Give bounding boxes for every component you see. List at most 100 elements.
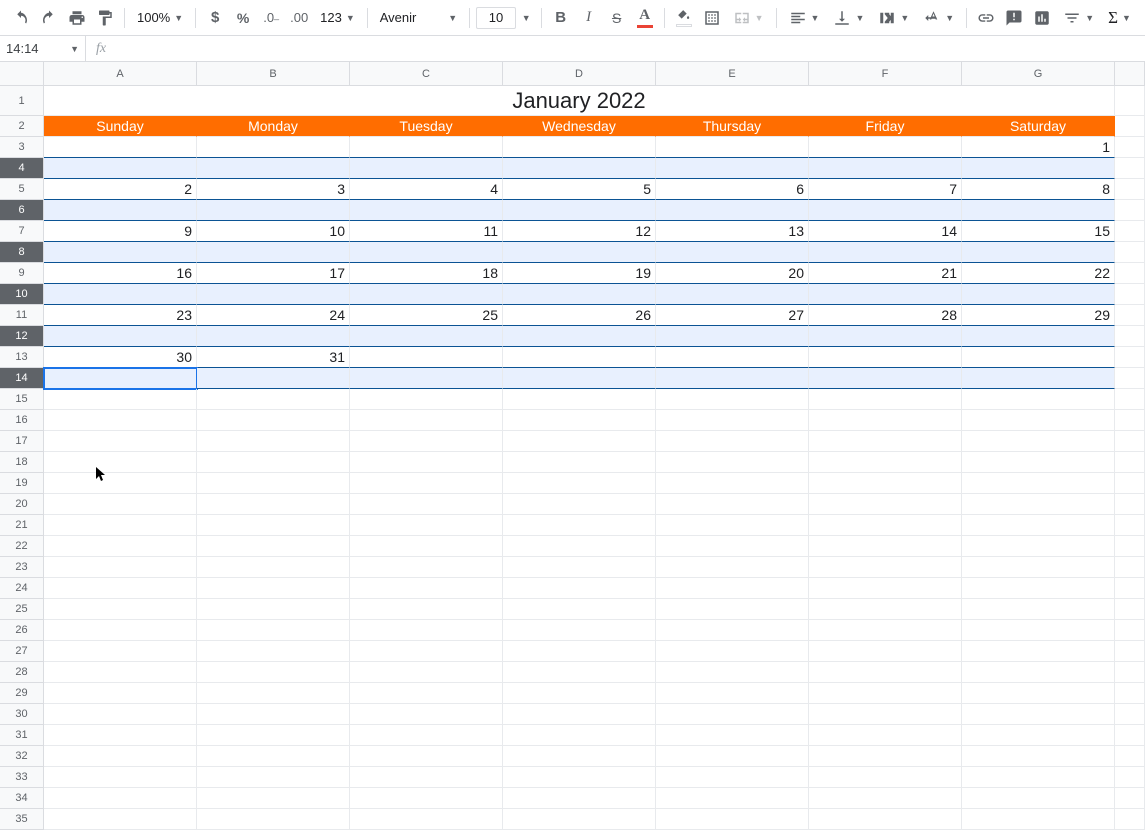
empty-cell[interactable] <box>197 515 350 536</box>
event-cell[interactable] <box>44 326 197 347</box>
date-cell[interactable] <box>350 347 503 368</box>
date-cell[interactable]: 7 <box>809 179 962 200</box>
row-header-31[interactable]: 31 <box>0 725 43 746</box>
empty-cell[interactable] <box>809 599 962 620</box>
date-cell[interactable] <box>44 137 197 158</box>
empty-cell[interactable] <box>656 788 809 809</box>
date-cell[interactable] <box>809 137 962 158</box>
active-cell[interactable] <box>44 368 197 389</box>
date-cell[interactable]: 27 <box>656 305 809 326</box>
insert-chart-button[interactable] <box>1029 5 1055 31</box>
empty-cell[interactable] <box>809 620 962 641</box>
formula-input[interactable] <box>116 41 1145 56</box>
row-header-27[interactable]: 27 <box>0 641 43 662</box>
empty-cell[interactable] <box>809 410 962 431</box>
column-header-D[interactable]: D <box>503 62 656 85</box>
cells-grid[interactable]: January 2022SundayMondayTuesdayWednesday… <box>44 86 1145 830</box>
empty-cell[interactable] <box>44 767 197 788</box>
day-header-cell[interactable]: Saturday <box>962 116 1115 137</box>
date-cell[interactable]: 1 <box>962 137 1115 158</box>
empty-cell[interactable] <box>503 725 656 746</box>
event-cell[interactable] <box>197 284 350 305</box>
column-header-B[interactable]: B <box>197 62 350 85</box>
empty-cell[interactable] <box>809 662 962 683</box>
empty-cell[interactable] <box>656 641 809 662</box>
empty-cell[interactable] <box>44 494 197 515</box>
row-header-21[interactable]: 21 <box>0 515 43 536</box>
empty-cell[interactable] <box>44 641 197 662</box>
empty-cell[interactable] <box>197 578 350 599</box>
empty-cell[interactable] <box>44 515 197 536</box>
empty-cell[interactable] <box>809 746 962 767</box>
empty-cell[interactable] <box>503 452 656 473</box>
row-header-28[interactable]: 28 <box>0 662 43 683</box>
strikethrough-button[interactable]: S <box>604 5 630 31</box>
empty-cell[interactable] <box>962 704 1115 725</box>
empty-cell[interactable] <box>503 746 656 767</box>
event-cell[interactable] <box>809 326 962 347</box>
empty-cell[interactable] <box>962 725 1115 746</box>
event-cell[interactable] <box>44 200 197 221</box>
event-cell[interactable] <box>44 158 197 179</box>
event-cell[interactable] <box>962 158 1115 179</box>
empty-cell[interactable] <box>962 767 1115 788</box>
event-cell[interactable] <box>656 368 809 389</box>
font-size-caret[interactable]: ▼ <box>518 5 535 31</box>
text-rotation-dropdown[interactable]: ▼ <box>917 5 960 31</box>
day-header-cell[interactable]: Wednesday <box>503 116 656 137</box>
event-cell[interactable] <box>350 158 503 179</box>
row-header-3[interactable]: 3 <box>0 137 43 158</box>
empty-cell[interactable] <box>809 452 962 473</box>
empty-cell[interactable] <box>197 536 350 557</box>
paint-format-button[interactable] <box>92 5 118 31</box>
empty-cell[interactable] <box>656 725 809 746</box>
empty-cell[interactable] <box>962 578 1115 599</box>
empty-cell[interactable] <box>809 389 962 410</box>
column-header-F[interactable]: F <box>809 62 962 85</box>
empty-cell[interactable] <box>350 704 503 725</box>
empty-cell[interactable] <box>809 473 962 494</box>
event-cell[interactable] <box>197 158 350 179</box>
empty-cell[interactable] <box>44 389 197 410</box>
empty-cell[interactable] <box>350 599 503 620</box>
date-cell[interactable]: 26 <box>503 305 656 326</box>
empty-cell[interactable] <box>809 683 962 704</box>
empty-cell[interactable] <box>656 599 809 620</box>
row-header-10[interactable]: 10 <box>0 284 43 305</box>
empty-cell[interactable] <box>197 662 350 683</box>
row-header-34[interactable]: 34 <box>0 788 43 809</box>
empty-cell[interactable] <box>350 641 503 662</box>
row-header-17[interactable]: 17 <box>0 431 43 452</box>
date-cell[interactable]: 24 <box>197 305 350 326</box>
row-header-15[interactable]: 15 <box>0 389 43 410</box>
row-header-6[interactable]: 6 <box>0 200 43 221</box>
empty-cell[interactable] <box>503 599 656 620</box>
empty-cell[interactable] <box>197 746 350 767</box>
horizontal-align-dropdown[interactable]: ▼ <box>783 5 826 31</box>
row-header-20[interactable]: 20 <box>0 494 43 515</box>
empty-cell[interactable] <box>656 767 809 788</box>
day-header-cell[interactable]: Sunday <box>44 116 197 137</box>
empty-cell[interactable] <box>44 599 197 620</box>
date-cell[interactable]: 3 <box>197 179 350 200</box>
empty-cell[interactable] <box>962 662 1115 683</box>
empty-cell[interactable] <box>809 578 962 599</box>
event-cell[interactable] <box>962 326 1115 347</box>
column-header-stub[interactable] <box>1115 62 1145 85</box>
row-header-35[interactable]: 35 <box>0 809 43 830</box>
event-cell[interactable] <box>197 368 350 389</box>
format-currency-button[interactable]: $ <box>202 5 228 31</box>
empty-cell[interactable] <box>962 494 1115 515</box>
event-cell[interactable] <box>503 242 656 263</box>
empty-cell[interactable] <box>656 431 809 452</box>
insert-comment-button[interactable] <box>1001 5 1027 31</box>
empty-cell[interactable] <box>44 578 197 599</box>
italic-button[interactable]: I <box>576 5 602 31</box>
empty-cell[interactable] <box>197 641 350 662</box>
date-cell[interactable]: 13 <box>656 221 809 242</box>
event-cell[interactable] <box>197 242 350 263</box>
empty-cell[interactable] <box>350 494 503 515</box>
day-header-cell[interactable]: Friday <box>809 116 962 137</box>
event-cell[interactable] <box>503 284 656 305</box>
empty-cell[interactable] <box>962 683 1115 704</box>
